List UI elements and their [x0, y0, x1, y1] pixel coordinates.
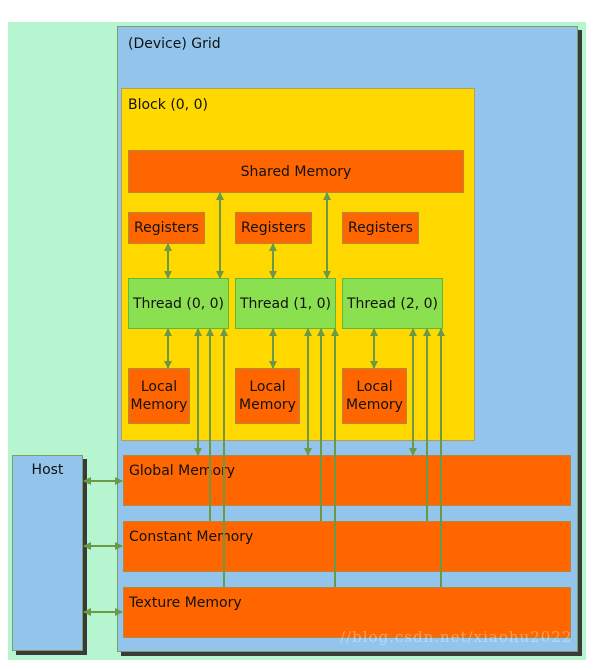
- arrows-layer: [83, 192, 445, 616]
